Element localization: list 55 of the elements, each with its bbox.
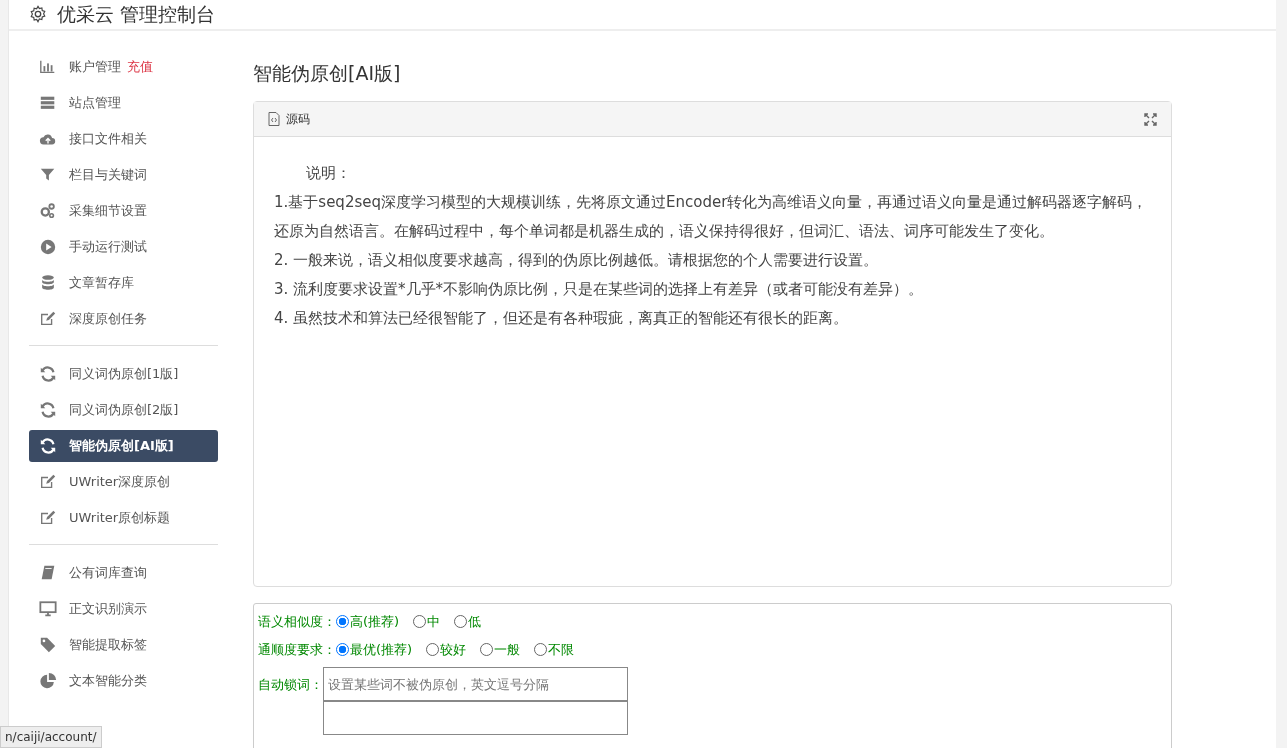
text-field[interactable] — [323, 701, 628, 735]
recharge-link[interactable]: 充值 — [127, 56, 153, 77]
pie-chart-icon — [39, 671, 57, 690]
sidebar-item[interactable]: 深度原创任务 — [29, 302, 218, 335]
sidebar-item[interactable]: 智能伪原创[AI版] — [29, 429, 218, 462]
sidebar-item[interactable]: UWriter深度原创 — [29, 465, 218, 498]
code-file-icon — [268, 112, 280, 126]
edit-icon — [39, 472, 57, 491]
refresh-icon — [39, 364, 57, 383]
option-label: 自动锁词： — [258, 676, 323, 694]
database-icon — [39, 273, 57, 292]
radio-option[interactable]: 低 — [454, 612, 482, 632]
sidebar-item[interactable]: 同义词伪原创[2版] — [29, 393, 218, 426]
edit-icon — [39, 309, 57, 328]
sidebar-item[interactable]: 同义词伪原创[1版] — [29, 357, 218, 390]
note-paragraph: 1.基于seq2seq深度学习模型的大规模训练，先将原文通过Encoder转化为高维语义向量，再通过语义向量是通过解码器逐字解码，还原为自然语言。在解码过程中，每个单词都是机器生成的，语义保持得很好，但词汇、语法、词序可能发生了变化。 — [274, 192, 1149, 242]
fullscreen-icon[interactable] — [1144, 112, 1157, 126]
sidebar-item[interactable]: UWriter原创标题 — [29, 501, 218, 534]
play-icon — [39, 237, 57, 256]
note-paragraph: 4. 虽然技术和算法已经很智能了，但还是有各种瑕疵，离真正的智能还有很长的距离。 — [274, 308, 850, 329]
note-paragraph: 2. 一般来说，语义相似度要求越高，得到的伪原比例越低。请根据您的个人需要进行设置。 — [274, 250, 880, 271]
option-label: 语义相似度： — [258, 613, 336, 631]
page-title: 智能伪原创[AI版] — [253, 60, 402, 86]
sidebar-item[interactable]: 文本智能分类 — [29, 664, 218, 697]
note-heading: 说明： — [305, 163, 352, 184]
radio-option[interactable]: 一般 — [480, 639, 521, 659]
sidebar-item[interactable]: 手动运行测试 — [29, 230, 218, 263]
radio-option[interactable]: 高(推荐) — [336, 612, 400, 632]
sidebar-item[interactable]: 账户管理 充值 — [29, 50, 218, 83]
radio-option[interactable]: 最优(推荐) — [336, 639, 413, 659]
option-label: 通顺度要求： — [258, 640, 336, 659]
note-paragraph: 3. 流利度要求设置*几乎*不影响伪原比例，只是在某些词的选择上有差异（或者可能没有差异）。 — [274, 279, 925, 300]
settings-icon — [29, 5, 47, 24]
sidebar-item[interactable]: 采集细节设置 — [29, 194, 218, 227]
gears-icon — [39, 201, 57, 220]
lock-words-field[interactable]: 设置某些词不被伪原创，英文逗号分隔 — [323, 667, 628, 701]
sidebar-item[interactable]: 接口文件相关 — [29, 122, 218, 155]
book-icon — [39, 563, 57, 582]
edit-icon — [39, 508, 57, 527]
sidebar-item[interactable]: 公有词库查询 — [29, 556, 218, 589]
tag-icon — [39, 635, 57, 654]
source-tab[interactable]: 源码 — [286, 110, 310, 128]
monitor-icon — [39, 599, 57, 618]
refresh-icon — [39, 400, 57, 419]
radio-option[interactable]: 较好 — [426, 639, 467, 659]
sidebar-item[interactable]: 正文识别演示 — [29, 592, 218, 625]
radio-option[interactable]: 不限 — [534, 639, 575, 659]
console-title: 优采云 管理控制台 — [57, 2, 216, 27]
refresh-icon — [39, 436, 57, 455]
sidebar-item[interactable]: 智能提取标签 — [29, 628, 218, 661]
radio-option[interactable]: 中 — [413, 612, 441, 632]
status-url: n/caiji/account/ — [0, 726, 102, 748]
sidebar-item[interactable]: 文章暂存库 — [29, 266, 218, 299]
sidebar-item[interactable]: 站点管理 — [29, 86, 218, 119]
sidebar-item[interactable]: 栏目与关键词 — [29, 158, 218, 191]
